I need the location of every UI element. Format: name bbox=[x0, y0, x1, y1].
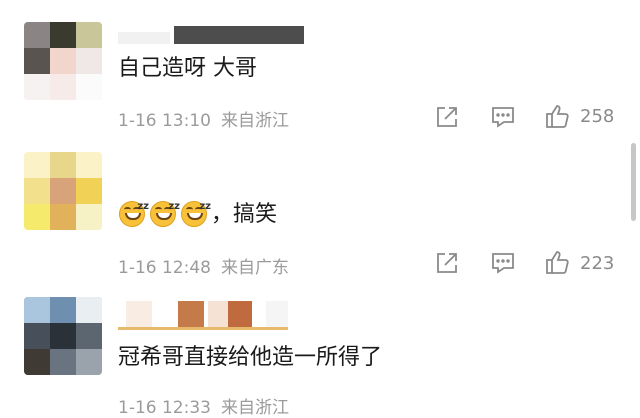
comment-text: 自己造呀 大哥 bbox=[118, 56, 257, 81]
comment-text: zz zz zz ，搞笑 bbox=[118, 197, 277, 231]
sleepy-smile-emoji: zz bbox=[149, 197, 180, 227]
comment-text: 冠希哥直接给他造一所得了 bbox=[118, 345, 383, 370]
comment-item: 冠希哥直接给他造一所得了 1-16 12:33 来自浙江 bbox=[0, 285, 640, 418]
comment-icon[interactable] bbox=[489, 249, 517, 277]
comment-item: zz zz zz ，搞笑 1-16 12:48 来自广东 223 bbox=[0, 140, 640, 285]
comment-meta: 1-16 12:48 来自广东 bbox=[118, 253, 289, 278]
thumbs-up-icon[interactable] bbox=[543, 248, 571, 276]
comment-time: 1-16 13:10 bbox=[118, 111, 211, 131]
comment-time: 1-16 12:33 bbox=[118, 398, 211, 418]
like-count: 258 bbox=[580, 106, 615, 127]
comment-location: 来自浙江 bbox=[220, 398, 289, 418]
comment-meta: 1-16 13:10 来自浙江 bbox=[118, 106, 289, 131]
avatar[interactable] bbox=[24, 297, 102, 375]
comment-meta: 1-16 12:33 来自浙江 bbox=[118, 393, 289, 418]
comment-text-suffix: ，搞笑 bbox=[211, 202, 278, 227]
share-icon[interactable] bbox=[433, 249, 461, 277]
comment-location: 来自浙江 bbox=[220, 111, 289, 131]
scrollbar[interactable] bbox=[631, 143, 636, 221]
comment-icon[interactable] bbox=[489, 103, 517, 131]
comment-location: 来自广东 bbox=[220, 258, 289, 278]
sleepy-smile-emoji: zz bbox=[180, 197, 211, 227]
thumbs-up-icon[interactable] bbox=[543, 102, 571, 130]
comment-time: 1-16 12:48 bbox=[118, 258, 211, 278]
comment-item: 自己造呀 大哥 1-16 13:10 来自浙江 258 bbox=[0, 0, 640, 140]
share-icon[interactable] bbox=[433, 103, 461, 131]
avatar[interactable] bbox=[24, 152, 102, 230]
like-count: 223 bbox=[580, 253, 615, 274]
avatar[interactable] bbox=[24, 22, 102, 100]
sleepy-smile-emoji: zz bbox=[118, 197, 149, 227]
